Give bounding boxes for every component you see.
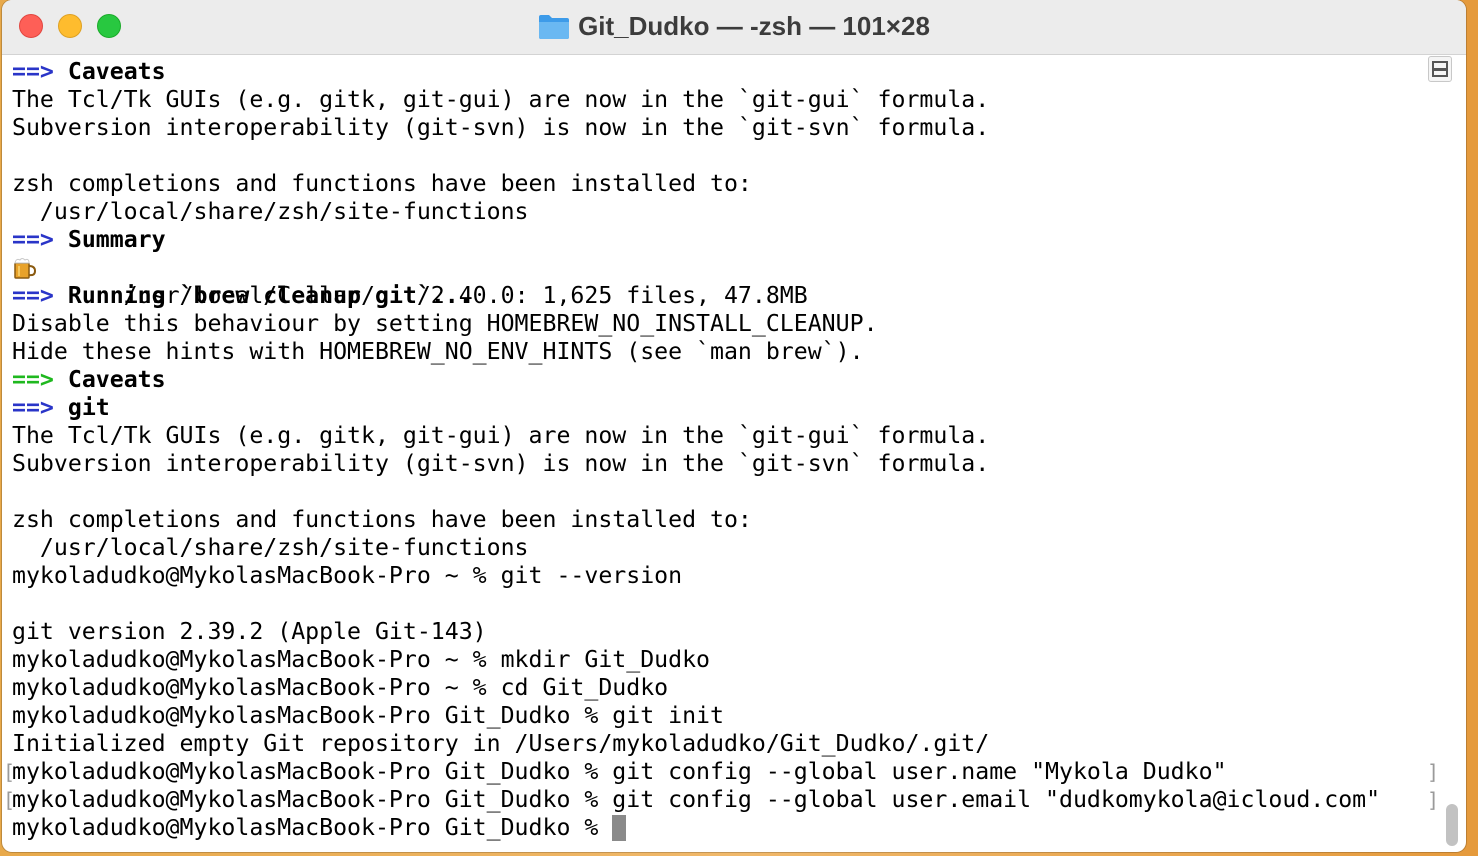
- output-line: Initialized empty Git repository in /Use…: [12, 730, 990, 757]
- prompt-line: mykoladudko@MykolasMacBook-Pro Git_Dudko…: [12, 702, 724, 729]
- output-line: /usr/local/share/zsh/site-functions: [12, 534, 529, 561]
- output-line: Subversion interoperability (git-svn) is…: [12, 114, 990, 141]
- text-cursor: [612, 815, 627, 841]
- output-line: Subversion interoperability (git-svn) is…: [12, 450, 990, 477]
- prompt-line: [mykoladudko@MykolasMacBook-Pro Git_Dudk…: [3, 786, 1439, 814]
- output-line: The Tcl/Tk GUIs (e.g. gitk, git-gui) are…: [12, 422, 990, 449]
- split-pane-button[interactable]: [1428, 56, 1452, 82]
- output-line: The Tcl/Tk GUIs (e.g. gitk, git-gui) are…: [12, 86, 990, 113]
- folder-icon: [539, 15, 570, 39]
- arrow-marker: ==>: [12, 282, 54, 309]
- beer-mug-icon: [14, 258, 37, 279]
- output-line: ==> Caveats: [12, 366, 1426, 394]
- command-text: mykoladudko@MykolasMacBook-Pro Git_Dudko…: [12, 758, 1227, 785]
- output-line: zsh completions and functions have been …: [12, 170, 752, 197]
- output-line: ==> Caveats: [12, 58, 1426, 86]
- output-line: /usr/local/share/zsh/site-functions: [12, 198, 529, 225]
- window-title-text: Git_Dudko — -zsh — 101×28: [578, 10, 930, 41]
- command-text: mykoladudko@MykolasMacBook-Pro Git_Dudko…: [12, 786, 1381, 813]
- output-line: ==> Running `brew cleanup git`...: [12, 282, 1426, 310]
- mark-open: [: [3, 760, 16, 784]
- mark-open: [: [3, 788, 16, 812]
- scrollbar-thumb[interactable]: [1446, 804, 1458, 846]
- output-line: zsh completions and functions have been …: [12, 506, 752, 533]
- section-heading: Running `brew cleanup git`...: [67, 282, 473, 309]
- section-heading: Summary: [67, 226, 166, 253]
- output-line: git version 2.39.2 (Apple Git-143): [12, 618, 487, 645]
- prompt-line: mykoladudko@MykolasMacBook-Pro ~ % mkdir…: [12, 646, 711, 673]
- prompt-line: mykoladudko@MykolasMacBook-Pro ~ % git -…: [12, 562, 683, 589]
- output-line: /usr/local/Cellar/git/2.40.0: 1,625 file…: [12, 254, 1426, 309]
- prompt-line: [mykoladudko@MykolasMacBook-Pro Git_Dudk…: [3, 758, 1439, 786]
- mark-close: ]: [1427, 788, 1440, 812]
- arrow-marker: ==>: [12, 394, 54, 421]
- vertical-scrollbar[interactable]: [1446, 84, 1458, 846]
- output-line: Disable this behaviour by setting HOMEBR…: [12, 310, 878, 337]
- title-bar[interactable]: Git_Dudko — -zsh — 101×28: [2, 0, 1466, 55]
- section-heading: Caveats: [67, 366, 166, 393]
- window-title: Git_Dudko — -zsh — 101×28: [2, 10, 1466, 42]
- section-heading: Caveats: [67, 58, 166, 85]
- arrow-marker: ==>: [12, 366, 54, 393]
- output-line: ==> git: [12, 394, 1426, 422]
- arrow-marker: ==>: [12, 226, 54, 253]
- terminal-window: Git_Dudko — -zsh — 101×28 ==> Caveats Th…: [2, 0, 1466, 852]
- output-line: Hide these hints with HOMEBREW_NO_ENV_HI…: [12, 338, 864, 365]
- split-pane-icon-bar: [1434, 68, 1446, 71]
- terminal-output[interactable]: ==> Caveats The Tcl/Tk GUIs (e.g. gitk, …: [3, 58, 1439, 852]
- prompt-line: mykoladudko@MykolasMacBook-Pro ~ % cd Gi…: [12, 674, 669, 701]
- active-prompt-line[interactable]: mykoladudko@MykolasMacBook-Pro Git_Dudko…: [12, 814, 1426, 842]
- prompt-text: mykoladudko@MykolasMacBook-Pro Git_Dudko…: [12, 814, 613, 841]
- section-heading: git: [67, 394, 110, 421]
- output-line: ==> Summary: [12, 226, 1426, 254]
- arrow-marker: ==>: [12, 58, 54, 85]
- mark-close: ]: [1427, 760, 1440, 784]
